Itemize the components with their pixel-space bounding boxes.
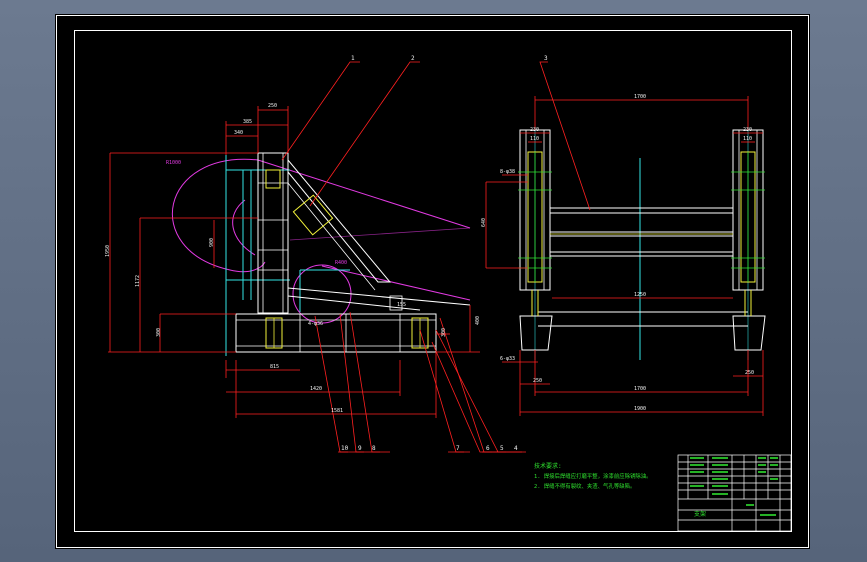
dim-side-400: 400 <box>475 316 481 325</box>
dim-side-340: 340 <box>234 130 243 136</box>
dim-front-1250: 1250 <box>634 292 646 298</box>
dim-side-r1000: R1000 <box>166 160 181 166</box>
callout-6: 6 <box>486 445 490 452</box>
callout-1: 1 <box>351 55 355 62</box>
dim-front-250-right: 250 <box>745 370 754 376</box>
dim-side-1581: 1581 <box>331 408 343 414</box>
dim-front-110-right: 110 <box>743 136 752 142</box>
dim-front-6-holes: 6-φ33 <box>500 356 515 362</box>
dim-front-110-left: 110 <box>530 136 539 142</box>
dim-side-1950: 1950 <box>105 245 111 257</box>
callout-3: 3 <box>544 55 548 62</box>
dim-side-4-holes: 4-φ36 <box>308 321 323 327</box>
notes-line-2: 2. 焊缝不得有裂纹、夹渣、气孔等缺陷。 <box>534 482 635 490</box>
callout-8: 8 <box>372 445 376 452</box>
dim-side-155: 155 <box>397 302 406 308</box>
dim-side-300-right: 300 <box>441 328 447 337</box>
title-block-name: 支架 <box>694 510 706 518</box>
callout-4: 4 <box>514 445 518 452</box>
dim-front-1900: 1900 <box>634 406 646 412</box>
callout-2: 2 <box>411 55 415 62</box>
dim-side-815: 815 <box>270 364 279 370</box>
dim-side-1172: 1172 <box>135 275 141 287</box>
notes-title: 技术要求: <box>534 462 562 470</box>
dim-front-8-holes: 8-φ38 <box>500 169 515 175</box>
dim-side-r400: R400 <box>335 260 347 266</box>
dim-front-1700-bottom: 1700 <box>634 386 646 392</box>
callout-5: 5 <box>500 445 504 452</box>
dim-side-900: 900 <box>209 238 215 247</box>
dim-side-1420: 1420 <box>310 386 322 392</box>
dim-side-250: 250 <box>268 103 277 109</box>
callout-7: 7 <box>456 445 460 452</box>
dim-front-250-left: 250 <box>533 378 542 384</box>
dim-side-300-left: 300 <box>156 328 162 337</box>
dim-front-1700-top: 1700 <box>634 94 646 100</box>
callout-10: 10 <box>341 445 349 452</box>
dim-front-230-right: 230 <box>743 127 752 133</box>
dim-front-640: 640 <box>481 218 487 227</box>
cad-viewport[interactable]: 250 385 340 R1000 1950 1172 900 400 R400… <box>0 0 867 562</box>
callout-9: 9 <box>358 445 362 452</box>
cad-drawing: 250 385 340 R1000 1950 1172 900 400 R400… <box>55 14 810 549</box>
dim-front-230-left: 230 <box>530 127 539 133</box>
notes-line-1: 1. 焊接后焊缝应打磨平整，涂漆前应除锈除油。 <box>534 472 652 480</box>
dim-side-385: 385 <box>243 119 252 125</box>
